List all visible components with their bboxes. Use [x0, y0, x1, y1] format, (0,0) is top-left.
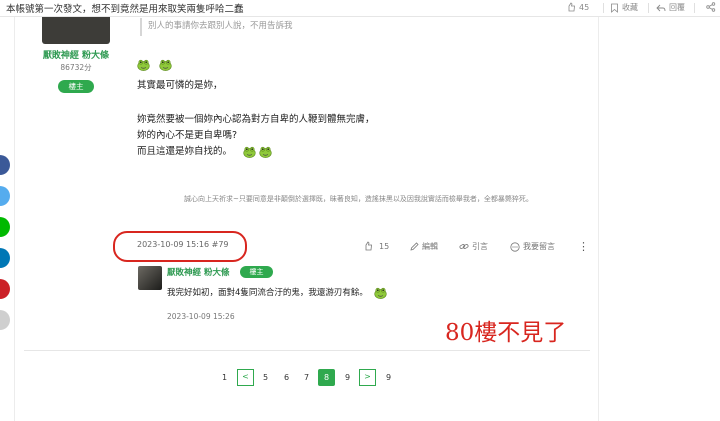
- frog-emoji-icon: [259, 146, 272, 158]
- comment-button[interactable]: 我要留言: [510, 241, 555, 252]
- chevron-left-icon: <: [242, 372, 249, 381]
- reply-text-row: 我完好如初，面對4隻同流合汙的鬼，我還游刃有餘。: [167, 286, 387, 299]
- page-link[interactable]: 7: [298, 369, 315, 386]
- frog-emoji-icon: [374, 287, 387, 299]
- edit-label: 編輯: [422, 242, 438, 251]
- prev-page-button[interactable]: <: [237, 369, 254, 386]
- thread-header-bar: 本帳號第一次發文，想不到竟然是用來取笑兩隻呼哈二蠢 45 收藏 回覆: [0, 0, 720, 17]
- post-line: 妳的內心不是更自卑嗎?: [137, 130, 238, 141]
- post-line: 而且這還是妳自找的。: [137, 146, 233, 157]
- frog-emoji-icon: [159, 59, 172, 71]
- more-options-icon[interactable]: ⋮: [578, 240, 589, 253]
- reply-author-name[interactable]: 厭敗神經 粉大條: [167, 266, 229, 278]
- author-avatar[interactable]: [42, 17, 110, 44]
- toolbar-divider: [648, 3, 649, 13]
- collect-label: 收藏: [622, 3, 638, 12]
- page-link-last[interactable]: 9: [380, 369, 397, 386]
- post-line-with-emoji: 而且這還是妳自找的。: [137, 143, 272, 158]
- share-icon: [706, 2, 716, 12]
- gp-count: 15: [379, 241, 390, 251]
- post-datetime: 2023-10-09 15:16 #79: [137, 240, 229, 249]
- post-line: 其實最可憐的是妳，: [137, 80, 223, 91]
- page-link[interactable]: 6: [278, 369, 295, 386]
- emoji-row: [137, 59, 172, 71]
- chevron-right-icon: >: [364, 372, 371, 381]
- twitter-icon[interactable]: [0, 186, 10, 206]
- line-icon[interactable]: [0, 217, 10, 237]
- gp-button[interactable]: 15: [363, 241, 389, 251]
- next-page-button[interactable]: >: [359, 369, 376, 386]
- collect-button[interactable]: 收藏: [610, 2, 638, 13]
- content-border-right: [598, 17, 599, 421]
- frog-emoji-icon: [243, 146, 256, 158]
- author-points: 86732分: [60, 63, 92, 72]
- reply-text: 我完好如初，面對4隻同流合汙的鬼，我還游刃有餘。: [167, 288, 368, 298]
- share-rail: [0, 155, 10, 341]
- copy-link-icon[interactable]: [0, 310, 10, 330]
- pencil-icon: [410, 242, 419, 251]
- bookmark-icon: [611, 3, 618, 13]
- annotation-text: 80樓不見了: [445, 320, 567, 346]
- like-button[interactable]: 45: [566, 2, 589, 12]
- quote-button[interactable]: 引言: [459, 241, 488, 252]
- author-name[interactable]: 厭敗神經 粉大條: [36, 48, 116, 61]
- reply-datetime: 2023-10-09 15:26: [167, 312, 235, 321]
- share-button[interactable]: [706, 2, 716, 12]
- page-link[interactable]: 5: [257, 369, 274, 386]
- linkedin-icon[interactable]: [0, 248, 10, 268]
- page-link[interactable]: 9: [339, 369, 356, 386]
- hand-icon: [568, 2, 575, 12]
- toolbar-divider: [694, 3, 695, 13]
- reply-avatar[interactable]: [138, 266, 162, 290]
- thread-title: 本帳號第一次發文，想不到竟然是用來取笑兩隻呼哈二蠢: [6, 4, 244, 15]
- page-link[interactable]: 1: [216, 369, 233, 386]
- reply-op-badge: 樓主: [240, 266, 273, 278]
- content-border-left: [14, 17, 15, 421]
- post-line: 妳竟然要被一個妳內心認為對方自卑的人鞭到體無完膚，: [137, 114, 375, 125]
- reply-arrow-icon: [656, 4, 666, 11]
- facebook-icon[interactable]: [0, 155, 10, 175]
- link-icon: [459, 244, 469, 249]
- comment-label: 我要留言: [523, 242, 555, 251]
- reply-button[interactable]: 回覆: [656, 2, 685, 13]
- frog-emoji-icon: [137, 59, 150, 71]
- page-link-current[interactable]: 8: [318, 369, 335, 386]
- pinterest-icon[interactable]: [0, 279, 10, 299]
- hand-icon: [365, 241, 372, 251]
- toolbar-divider: [603, 3, 604, 13]
- quote-label: 引言: [472, 242, 488, 251]
- quoted-text: 別人的事請你去跟別人說，不用告訴我: [140, 18, 293, 36]
- like-count: 45: [579, 2, 590, 12]
- reply-label: 回覆: [669, 3, 685, 12]
- comment-icon: [510, 241, 520, 252]
- pagination-divider: [24, 350, 590, 351]
- edit-button[interactable]: 編輯: [410, 241, 438, 252]
- post-signature: 誠心向上天祈求~只要同意是非顛倒於選擇既，昧著良知，造謠抹黑以及因我說實話而檢舉…: [184, 195, 533, 203]
- op-badge: 樓主: [58, 80, 94, 93]
